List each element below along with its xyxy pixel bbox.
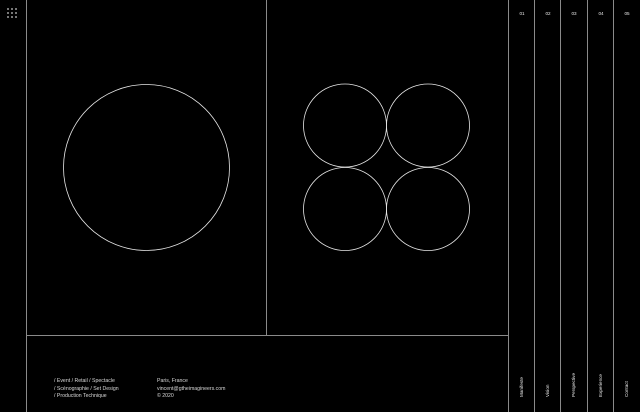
small-circle-bottom-right-icon	[386, 167, 470, 251]
small-circle-top-left-icon	[303, 83, 387, 168]
service-item: / Event / Retail / Spectacle	[54, 378, 115, 384]
nav-item-manifeste[interactable]: 01 Manifeste	[508, 0, 535, 412]
nav-label: Perspective	[571, 372, 576, 397]
nav-number: 05	[624, 11, 630, 16]
services-list: / Event / Retail / Spectacle / Scénograp…	[54, 378, 119, 401]
nav-label: Vision	[545, 384, 550, 397]
nav-item-perspective[interactable]: 03 Perspective	[560, 0, 587, 412]
contact-info: Paris, France vincent@gtheimagineers.com…	[157, 378, 225, 401]
nav-item-contact[interactable]: 05 Contact	[613, 0, 640, 412]
copyright-text: © 2020	[157, 393, 174, 400]
nav-number: 04	[598, 11, 604, 16]
nav-item-vision[interactable]: 02 Vision	[534, 0, 561, 412]
nav-label: Manifeste	[519, 377, 524, 397]
nav-label: Experience	[598, 374, 603, 397]
service-item: / Scénographie / Set Design	[54, 385, 119, 392]
small-circle-bottom-left-icon	[303, 167, 387, 251]
nav-number: 03	[571, 11, 577, 16]
large-circle-icon	[63, 84, 230, 251]
small-circle-top-right-icon	[386, 83, 470, 168]
service-item: / Production Technique	[54, 393, 107, 400]
nav-number: 01	[519, 11, 525, 16]
nav-label: Contact	[624, 381, 629, 397]
location-text: Paris, France	[157, 378, 188, 384]
nav-number: 02	[545, 11, 551, 16]
nav-item-experience[interactable]: 04 Experience	[587, 0, 614, 412]
